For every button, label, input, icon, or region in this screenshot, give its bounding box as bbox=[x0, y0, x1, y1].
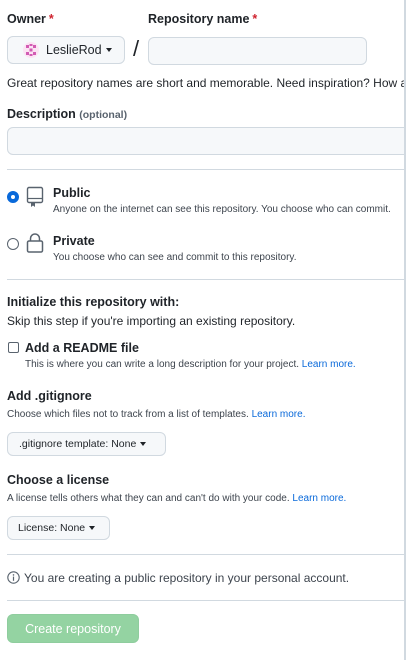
divider bbox=[7, 600, 406, 601]
private-description: You choose who can see and commit to thi… bbox=[53, 252, 297, 263]
license-label: License: None bbox=[18, 522, 86, 534]
gitignore-learn-more-link[interactable]: Learn more. bbox=[252, 409, 306, 420]
owner-label-text: Owner bbox=[7, 12, 46, 26]
info-icon bbox=[7, 571, 20, 584]
repo-name-required-mark: * bbox=[252, 12, 258, 26]
owner-avatar bbox=[23, 42, 39, 58]
license-title: Choose a license bbox=[7, 473, 110, 487]
readme-checkbox[interactable] bbox=[8, 342, 19, 353]
repo-name-hint: Great repository names are short and mem… bbox=[7, 76, 406, 90]
public-radio[interactable] bbox=[7, 191, 19, 203]
chevron-down-icon bbox=[89, 526, 96, 530]
initialize-subtitle: Skip this step if you're importing an ex… bbox=[7, 314, 296, 328]
private-radio[interactable] bbox=[7, 238, 19, 250]
owner-repo-separator: / bbox=[133, 36, 140, 61]
repo-name-label-text: Repository name bbox=[148, 12, 250, 26]
description-label-text: Description bbox=[7, 107, 76, 121]
repo-name-label: Repository name * bbox=[148, 12, 257, 26]
chevron-down-icon bbox=[140, 442, 147, 446]
new-repository-form: Owner * Repository name * LeslieRod / Grea… bbox=[0, 0, 406, 660]
owner-required-mark: * bbox=[48, 12, 54, 26]
repo-icon bbox=[26, 186, 44, 207]
public-title: Public bbox=[53, 186, 91, 200]
description-optional: (optional) bbox=[79, 109, 128, 121]
license-dropdown[interactable]: License: None bbox=[7, 516, 110, 540]
gitignore-template-dropdown[interactable]: .gitignore template: None bbox=[7, 432, 166, 456]
description-input[interactable] bbox=[7, 127, 406, 155]
lock-icon bbox=[26, 233, 44, 253]
readme-label: Add a README file bbox=[25, 341, 139, 355]
readme-learn-more-link[interactable]: Learn more. bbox=[302, 359, 356, 370]
chevron-down-icon bbox=[105, 48, 112, 52]
readme-description: This is where you can write a long descr… bbox=[25, 359, 356, 370]
gitignore-description-text: Choose which files not to track from a l… bbox=[7, 409, 249, 420]
divider bbox=[7, 554, 406, 555]
public-description: Anyone on the internet can see this repo… bbox=[53, 204, 391, 215]
identicon-icon bbox=[26, 44, 36, 56]
visibility-notice: You are creating a public repository in … bbox=[24, 571, 350, 585]
owner-label: Owner * bbox=[7, 12, 54, 26]
private-title: Private bbox=[53, 234, 95, 248]
gitignore-template-label: .gitignore template: None bbox=[19, 438, 137, 450]
create-repository-button[interactable]: Create repository bbox=[7, 614, 139, 643]
owner-dropdown[interactable]: LeslieRod bbox=[7, 36, 125, 64]
license-description-text: A license tells others what they can and… bbox=[7, 493, 290, 504]
license-description: A license tells others what they can and… bbox=[7, 493, 346, 504]
initialize-title: Initialize this repository with: bbox=[7, 295, 180, 309]
repository-name-input[interactable] bbox=[148, 37, 367, 65]
license-learn-more-link[interactable]: Learn more. bbox=[292, 493, 346, 504]
gitignore-description: Choose which files not to track from a l… bbox=[7, 409, 305, 420]
gitignore-title: Add .gitignore bbox=[7, 389, 92, 403]
readme-description-text: This is where you can write a long descr… bbox=[25, 359, 300, 370]
divider bbox=[7, 169, 406, 170]
divider bbox=[7, 279, 406, 280]
description-label: Description (optional) bbox=[7, 107, 127, 121]
owner-name: LeslieRod bbox=[46, 43, 102, 57]
